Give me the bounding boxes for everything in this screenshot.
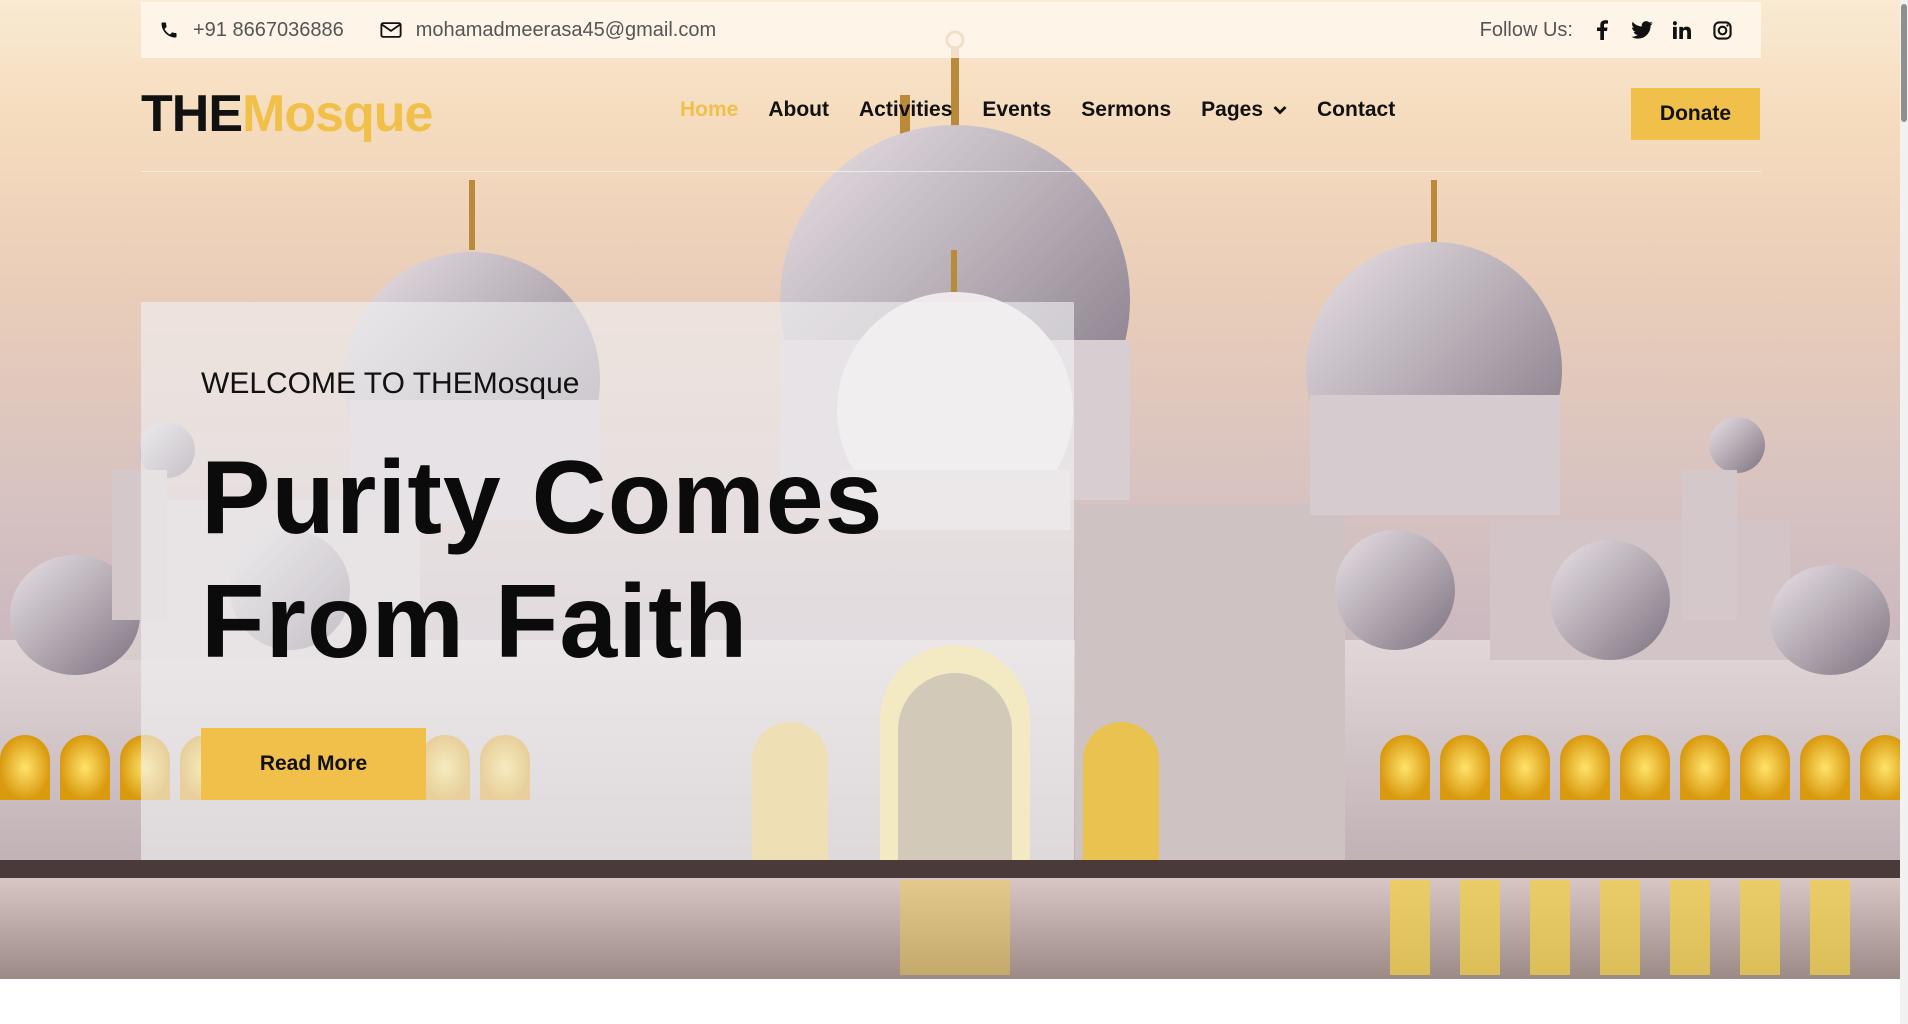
- donate-button[interactable]: Donate: [1631, 88, 1760, 140]
- nav-item-about[interactable]: About: [768, 98, 829, 122]
- nav-item-activities[interactable]: Activities: [859, 98, 952, 122]
- scrollbar[interactable]: [1900, 0, 1908, 1024]
- phone-number: +91 8667036886: [193, 18, 344, 41]
- scrollbar-thumb[interactable]: [1901, 4, 1907, 122]
- social-follow: Follow Us:: [1480, 19, 1733, 42]
- hero-welcome-text: WELCOME TO THEMosque: [201, 367, 580, 400]
- twitter-icon[interactable]: [1631, 19, 1653, 41]
- follow-us-label: Follow Us:: [1479, 18, 1573, 41]
- hero-headline: Purity Comes From Faith: [201, 436, 1001, 684]
- chevron-down-icon: [1273, 106, 1287, 115]
- logo-text-mosque: Mosque: [242, 85, 433, 143]
- hero-headline-line-1: Purity Comes: [201, 440, 884, 556]
- nav-item-sermons[interactable]: Sermons: [1081, 98, 1171, 122]
- phone-icon: [161, 22, 177, 38]
- facebook-icon[interactable]: [1591, 19, 1613, 41]
- top-info-bar: +91 8667036886 mohamadmeerasa45@gmail.co…: [141, 2, 1761, 58]
- nav-item-contact[interactable]: Contact: [1317, 98, 1395, 122]
- phone-contact[interactable]: +91 8667036886: [159, 19, 344, 42]
- hero-headline-line-2: From Faith: [201, 564, 749, 680]
- email-contact[interactable]: mohamadmeerasa45@gmail.com: [380, 19, 716, 42]
- logo-text-the: THE: [141, 85, 243, 143]
- linkedin-icon[interactable]: [1671, 19, 1693, 41]
- nav-item-home[interactable]: Home: [680, 98, 738, 122]
- nav-item-pages-label: Pages: [1201, 98, 1264, 121]
- main-navigation: Home About Activities Events Sermons Pag…: [680, 98, 1425, 122]
- envelope-icon: [380, 22, 402, 38]
- nav-item-pages[interactable]: Pages: [1201, 98, 1287, 122]
- read-more-button[interactable]: Read More: [201, 728, 426, 800]
- nav-item-events[interactable]: Events: [982, 98, 1051, 122]
- header-divider: [141, 171, 1761, 172]
- site-logo[interactable]: THEMosque: [141, 84, 433, 144]
- email-address: mohamadmeerasa45@gmail.com: [415, 18, 717, 41]
- hero-section: WELCOME TO THEMosque Purity Comes From F…: [0, 0, 1900, 979]
- hero-text-panel: WELCOME TO THEMosque Purity Comes From F…: [141, 302, 1074, 860]
- instagram-icon[interactable]: [1711, 19, 1733, 41]
